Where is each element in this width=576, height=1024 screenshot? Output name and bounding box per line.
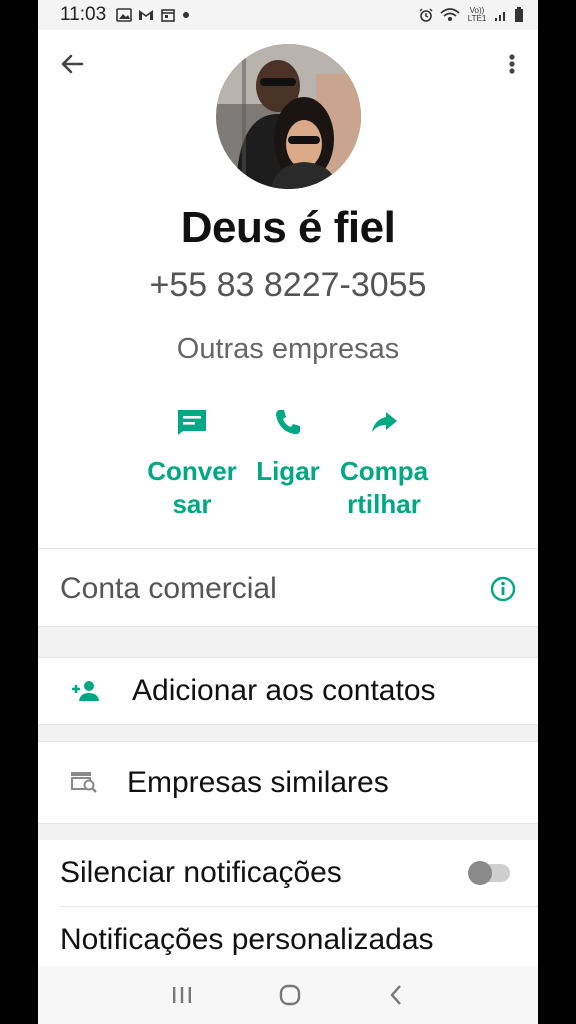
contact-info-screen: 11:03 Vo)) LTE1 Deus é fiel +55 83 8227-… (38, 0, 538, 1024)
system-icons: Vo)) LTE1 (418, 7, 524, 23)
store-search-icon (71, 772, 97, 793)
dot-icon (183, 12, 190, 18)
mute-notifications-row[interactable]: Silenciar notificações (38, 840, 538, 906)
signal-icon (495, 12, 505, 21)
more-vert-icon[interactable] (500, 50, 524, 78)
status-time: 11:03 (60, 4, 107, 25)
calendar-icon (161, 9, 175, 22)
divider (38, 548, 538, 549)
battery-icon (515, 7, 523, 22)
person-add-icon (72, 681, 99, 701)
action-buttons: Conver sar Ligar Compa rtilhar (144, 405, 432, 521)
custom-notifications-label: Notificações personalizadas (60, 923, 434, 956)
home-icon[interactable] (278, 983, 302, 1007)
divider (38, 741, 538, 742)
business-account-label: Conta comercial (60, 572, 277, 605)
alarm-icon (419, 8, 433, 22)
mute-toggle[interactable] (468, 861, 510, 885)
chat-button[interactable]: Conver sar (144, 405, 240, 521)
call-button[interactable]: Ligar (240, 405, 336, 521)
recents-icon[interactable] (171, 985, 193, 1005)
business-category: Outras empresas (176, 333, 400, 365)
similar-businesses-label: Empresas similares (127, 766, 389, 799)
section-gap (38, 725, 538, 741)
share-icon (367, 405, 401, 439)
contact-name: Deus é fiel (180, 203, 396, 252)
notification-icons (116, 8, 190, 22)
info-icon[interactable] (490, 576, 516, 602)
chat-label: Conver sar (147, 456, 237, 519)
profile-photo (216, 44, 361, 189)
message-icon (175, 405, 209, 439)
section-gap (38, 824, 538, 840)
divider (60, 906, 538, 907)
arrow-left-icon[interactable] (58, 50, 86, 78)
system-nav-bar (38, 966, 538, 1024)
custom-notifications-row[interactable]: Notificações personalizadas (38, 910, 538, 970)
gallery-icon (116, 8, 132, 22)
status-bar: 11:03 Vo)) LTE1 (38, 0, 538, 30)
share-label: Compa rtilhar (339, 456, 429, 519)
avatar[interactable] (216, 44, 361, 189)
similar-businesses-row[interactable]: Empresas similares (38, 748, 538, 818)
volte-lte-icon: Vo)) LTE1 (467, 6, 487, 23)
call-label: Ligar (256, 456, 320, 486)
add-contact-row[interactable]: Adicionar aos contatos (38, 658, 538, 724)
back-icon[interactable] (387, 983, 405, 1007)
wifi-icon (440, 8, 460, 21)
add-contact-label: Adicionar aos contatos (132, 674, 436, 707)
phone-icon (271, 405, 305, 439)
gmail-icon (139, 10, 154, 20)
section-gap (38, 627, 538, 657)
contact-phone: +55 83 8227-3055 (149, 266, 427, 304)
toggle-knob (468, 861, 492, 885)
mute-notifications-label: Silenciar notificações (60, 856, 342, 889)
share-button[interactable]: Compa rtilhar (336, 405, 432, 521)
business-account-row[interactable]: Conta comercial (38, 556, 538, 622)
